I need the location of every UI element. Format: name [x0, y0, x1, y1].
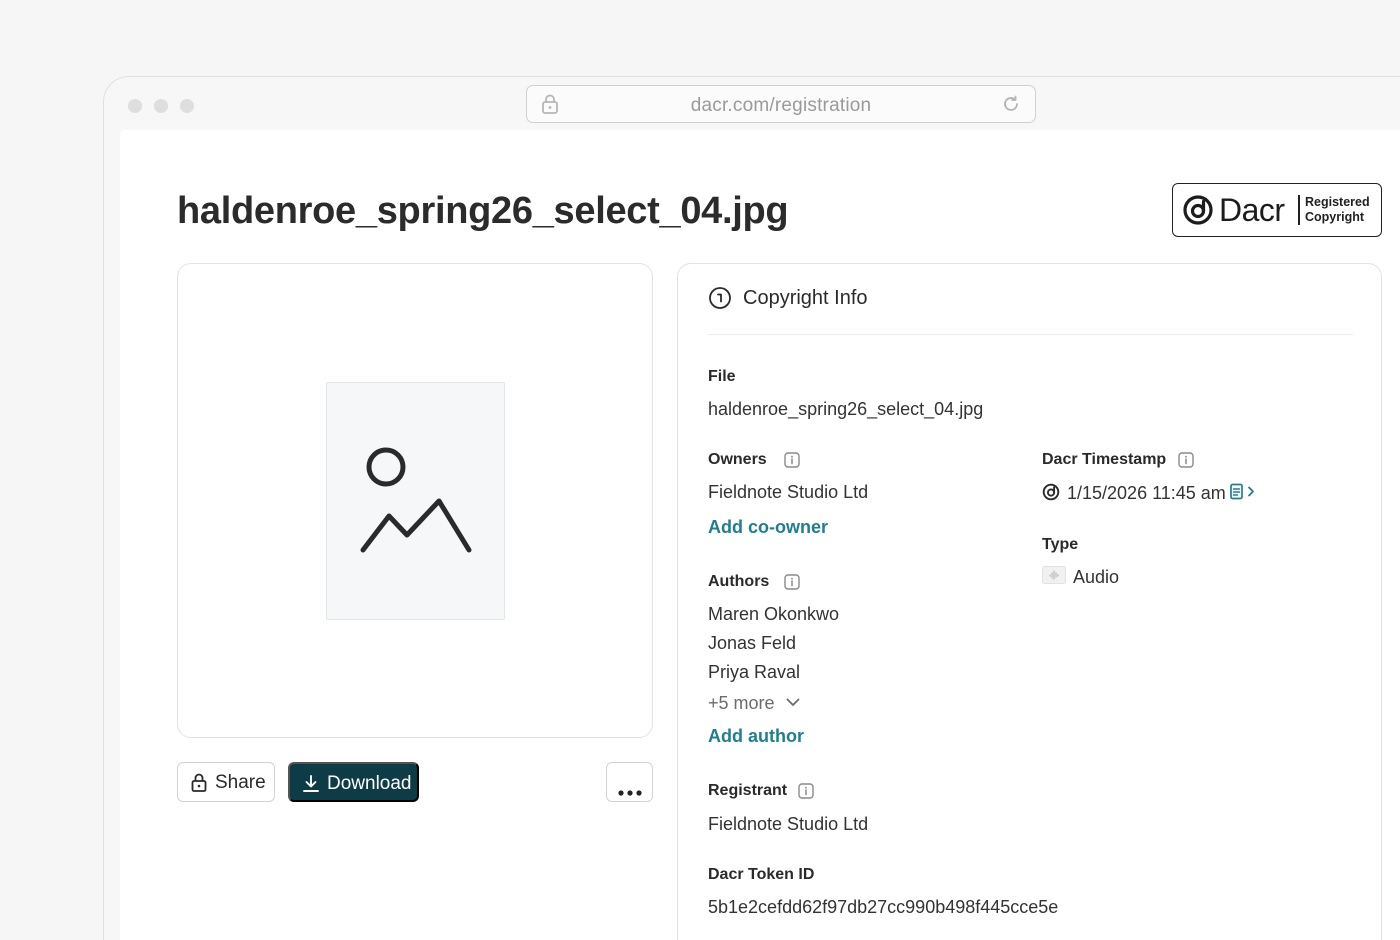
window-minimize-dot[interactable]	[154, 99, 168, 113]
window-maximize-dot[interactable]	[180, 99, 194, 113]
registrant-value: Fieldnote Studio Ltd	[708, 814, 869, 834]
badge-divider	[1298, 195, 1300, 225]
certificate-icon[interactable]	[1230, 483, 1258, 506]
url-text: dacr.com/registration	[690, 95, 872, 116]
owner-item: Fieldnote Studio Ltd	[708, 482, 869, 502]
token-value: 5b1e2cefdd62f97db27cc990b498f445cce5e	[708, 897, 1059, 917]
brand-name: Dacr	[1219, 192, 1285, 228]
download-icon	[302, 774, 320, 799]
more-horizontal-icon	[618, 780, 642, 802]
show-more-label: +5 more	[708, 693, 775, 713]
info-icon[interactable]	[784, 452, 800, 473]
header-divider	[708, 334, 1353, 335]
more-options-button[interactable]	[606, 762, 653, 802]
audio-file-icon	[1042, 566, 1066, 589]
share-label: Share	[215, 772, 266, 793]
timestamp-label: Dacr Timestamp	[1042, 451, 1167, 468]
reload-icon[interactable]	[1001, 94, 1021, 119]
add-author-link[interactable]: Add author	[708, 726, 804, 747]
author-item: Maren Okonkwo	[708, 604, 840, 624]
share-button[interactable]: Share	[177, 762, 275, 802]
badge-caption: Registered Copyright	[1305, 195, 1370, 224]
info-icon[interactable]	[798, 783, 814, 804]
dacr-logo-icon	[1042, 483, 1060, 506]
type-value: Audio	[1073, 567, 1120, 587]
address-bar[interactable]: dacr.com/registration	[526, 85, 1036, 123]
author-item: Priya Raval	[708, 662, 801, 682]
lock-icon	[191, 773, 207, 798]
file-value: haldenroe_spring26_select_04.jpg	[708, 399, 984, 419]
show-more-authors-toggle[interactable]: +5 more	[708, 691, 800, 714]
download-button[interactable]: Download	[288, 762, 419, 802]
copyright-icon	[708, 287, 732, 314]
window-close-dot[interactable]	[128, 99, 142, 113]
copyright-info-panel: Copyright Info File haldenroe_spring26_s…	[677, 263, 1382, 940]
author-item: Jonas Feld	[708, 633, 797, 653]
type-label: Type	[1042, 536, 1079, 553]
image-placeholder-icon	[360, 447, 472, 553]
dacr-logo-icon	[1182, 194, 1214, 231]
token-label: Dacr Token ID	[708, 866, 815, 883]
registered-copyright-badge: Dacr Registered Copyright	[1172, 183, 1382, 237]
authors-label: Authors	[708, 573, 770, 590]
chevron-down-icon	[786, 691, 800, 712]
download-label: Download	[327, 773, 412, 794]
registrant-label: Registrant	[708, 782, 788, 799]
file-label: File	[708, 368, 736, 385]
info-icon[interactable]	[1178, 452, 1194, 473]
info-icon[interactable]	[784, 574, 800, 595]
add-coowner-link[interactable]: Add co-owner	[708, 517, 828, 538]
image-placeholder	[326, 382, 505, 620]
page-content: haldenroe_spring26_select_04.jpg Dacr Re…	[120, 130, 1400, 940]
page-title: haldenroe_spring26_select_04.jpg	[177, 190, 789, 232]
timestamp-value: 1/15/2026 11:45 am	[1067, 483, 1226, 503]
file-preview	[177, 263, 653, 738]
owners-label: Owners	[708, 451, 767, 468]
copyright-info-heading: Copyright Info	[743, 287, 868, 309]
copyright-info-header: Copyright Info	[708, 286, 868, 315]
